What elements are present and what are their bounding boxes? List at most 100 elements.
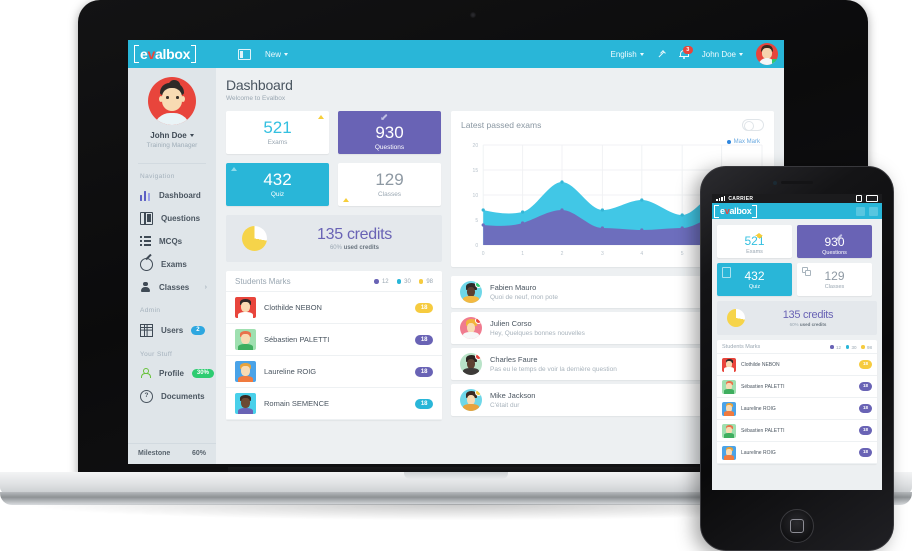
- laptop-base-notch: [404, 472, 508, 479]
- phone-stat-card-exams[interactable]: 521 Exams: [717, 225, 792, 258]
- stat-card-exams[interactable]: 521 Exams: [226, 111, 329, 154]
- sidebar-item-profile[interactable]: Profile 30%: [128, 362, 216, 384]
- sidebar-item-dashboard[interactable]: Dashboard: [128, 184, 216, 206]
- attachment-icon[interactable]: [856, 206, 865, 216]
- menu-icon[interactable]: [869, 206, 878, 216]
- stat-label: Questions: [822, 250, 847, 256]
- avatar-body: [154, 113, 190, 125]
- phone-students-legend: 12 30 98: [830, 345, 872, 350]
- avatar: [235, 297, 256, 318]
- sidebar-user-role: Training Manager: [146, 142, 198, 149]
- avatar-status-indicator: [772, 59, 777, 64]
- expand-icon[interactable]: [657, 50, 666, 59]
- webcam-icon: [470, 12, 476, 18]
- credits-pie-chart: [727, 309, 745, 327]
- logo-e: e: [140, 46, 148, 62]
- table-row[interactable]: Sébastien PALETTI 18: [717, 420, 877, 442]
- chart-toggle[interactable]: [742, 119, 764, 131]
- legend-dot-cyan: [396, 279, 402, 284]
- table-row[interactable]: Sébastien PALETTI 18: [717, 376, 877, 398]
- sidebar-item-label: Exams: [161, 259, 187, 269]
- table-row[interactable]: Laureline ROIG 18: [717, 442, 877, 464]
- avatar: [460, 281, 482, 303]
- phone-stat-card-questions[interactable]: 930 Questions: [797, 225, 872, 258]
- table-row[interactable]: Laureline ROIG 18: [226, 356, 442, 388]
- chevron-down-icon: [739, 52, 743, 56]
- sidebar-item-badge: 2: [191, 325, 205, 335]
- topbar-avatar[interactable]: [756, 43, 778, 65]
- student-name: Laureline ROIG: [264, 367, 317, 376]
- credits-percent: 60%: [789, 322, 799, 327]
- avatar: [460, 353, 482, 375]
- stat-value: 432: [744, 268, 765, 283]
- sidebar: John Doe Training Manager Navigation Das…: [128, 68, 220, 464]
- student-name: Romain SEMENCE: [264, 399, 330, 408]
- phone-screen: CARRIER e v albox 521 Exams 930 Question…: [712, 194, 882, 490]
- credits-used-label: used credits: [799, 322, 827, 327]
- table-row[interactable]: Romain SEMENCE 18: [226, 388, 442, 420]
- graduation-cap-icon: [755, 232, 764, 239]
- sidebar-avatar: [148, 77, 196, 125]
- phone-logo-evalbox[interactable]: e v albox: [714, 204, 758, 218]
- svg-text:0: 0: [475, 243, 478, 249]
- svg-text:5: 5: [475, 218, 478, 224]
- sidebar-item-documents[interactable]: ? Documents: [128, 384, 216, 408]
- milestone-value: 60%: [191, 450, 206, 457]
- avatar-ear-left: [159, 96, 163, 102]
- phone-stat-card-quiz[interactable]: 432 Quiz: [717, 263, 792, 296]
- sidebar-item-questions[interactable]: Questions: [128, 206, 216, 230]
- avatar: [722, 423, 736, 438]
- sidebar-item-exams[interactable]: Exams: [128, 252, 216, 276]
- stat-value: 129: [824, 268, 845, 283]
- device-mockup-scene: e v albox New English 3 John Doe John Do…: [0, 0, 912, 551]
- avatar: [460, 389, 482, 411]
- credits-card[interactable]: 135 credits 60% used credits: [226, 215, 442, 262]
- language-dropdown[interactable]: English: [611, 50, 644, 59]
- page-subtitle: Welcome to Evalbox: [226, 95, 286, 102]
- group-icon: [802, 267, 811, 276]
- new-dropdown[interactable]: New: [265, 50, 289, 59]
- phone-camera-icon: [773, 181, 777, 185]
- avatar-body: [237, 407, 254, 414]
- sidebar-item-label: Dashboard: [159, 190, 201, 200]
- svg-text:2: 2: [561, 251, 564, 257]
- sidebar-user-name[interactable]: John Doe: [128, 131, 216, 140]
- table-row[interactable]: Clothilde NEBON 18: [717, 354, 877, 376]
- student-name: Sébastien PALETTI: [264, 335, 330, 344]
- svg-text:3: 3: [601, 251, 604, 257]
- stat-card-questions[interactable]: 930 Questions: [338, 111, 441, 154]
- dashboard-row: 521 Exams 930 Questions 432 Quiz 129 Cla…: [226, 111, 774, 420]
- stat-label: Quiz: [270, 191, 285, 198]
- chart-legend[interactable]: Max Mark: [726, 139, 760, 145]
- phone-stat-card-classes[interactable]: 129 Classes: [797, 263, 872, 296]
- notifications-bell-icon[interactable]: 3: [678, 45, 693, 60]
- sidebar-user-block[interactable]: John Doe Training Manager: [128, 68, 216, 157]
- legend-dot-icon: [726, 140, 731, 144]
- user-menu[interactable]: John Doe: [702, 50, 743, 59]
- legend-entry: 12: [374, 279, 389, 285]
- lock-icon: [856, 195, 862, 202]
- avatar-body: [462, 404, 480, 411]
- status-badge: 18: [415, 398, 433, 409]
- status-badge: 18: [858, 426, 872, 435]
- panel-toggle-icon[interactable]: [238, 48, 251, 60]
- sidebar-item-classes[interactable]: Classes ›: [128, 276, 216, 298]
- brand-logo[interactable]: e v albox: [128, 45, 224, 63]
- sidebar-item-users[interactable]: Users 2 ›: [128, 318, 220, 342]
- list-icon: [140, 235, 151, 247]
- pencil-icon: [835, 231, 844, 240]
- phone-credits-card[interactable]: 135 credits 60% used credits: [717, 301, 877, 335]
- stat-card-quiz[interactable]: 432 Quiz: [226, 163, 329, 206]
- stat-card-classes[interactable]: 129 Classes: [338, 163, 441, 206]
- status-badge: 18: [415, 366, 433, 377]
- milestone-label: Milestone: [138, 450, 171, 457]
- avatar: [722, 445, 736, 460]
- table-row[interactable]: Laureline ROIG 18: [717, 398, 877, 420]
- status-badge: 18: [415, 334, 433, 345]
- table-row[interactable]: Sébastien PALETTI 18: [226, 324, 442, 356]
- grid-icon: [140, 323, 153, 337]
- table-row[interactable]: Clothilde NEBON 18: [226, 292, 442, 324]
- sidebar-item-mcqs[interactable]: MCQs: [128, 230, 216, 252]
- student-name: Laureline ROIG: [741, 405, 776, 412]
- phone-home-button[interactable]: [780, 509, 814, 543]
